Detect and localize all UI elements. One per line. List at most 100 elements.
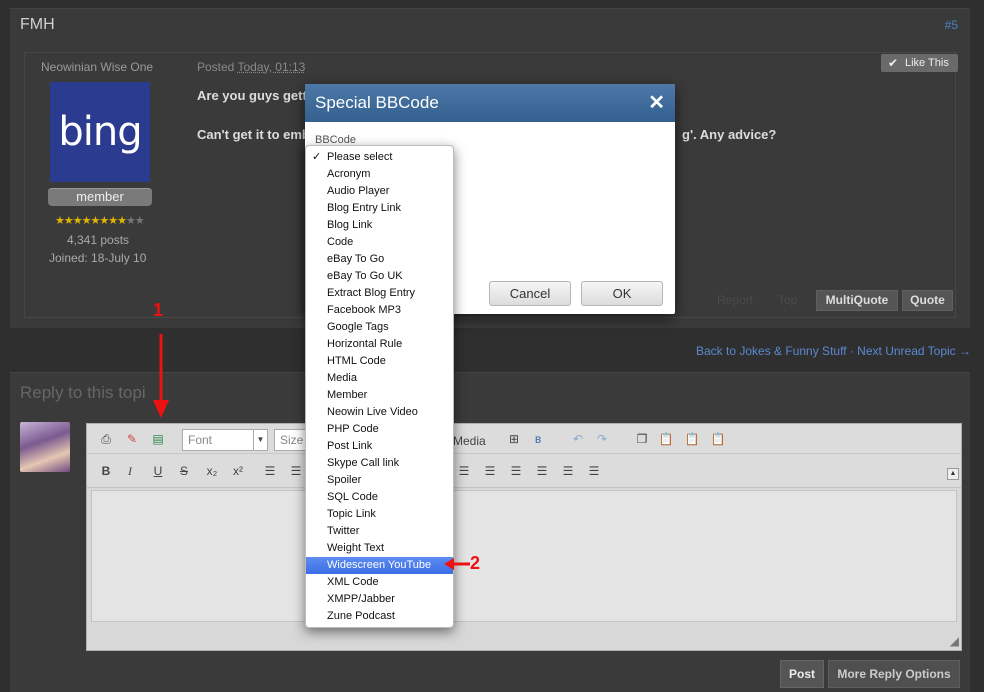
dropdown-option[interactable]: Code [306, 234, 453, 251]
dropdown-option-label: Zune Podcast [327, 610, 395, 622]
dropdown-option-label: Please select [327, 151, 393, 163]
dropdown-option[interactable]: HTML Code [306, 353, 453, 370]
dropdown-option[interactable]: Horizontal Rule [306, 336, 453, 353]
editor-toolbar-top: ⎙ ✎ ▤ Font ▼ Size Media ⊞ ʙ ↶ ↷ ❐ 📋 📋 📋 [87, 424, 961, 454]
strikethrough-icon[interactable]: S [175, 462, 193, 480]
dropdown-option-label: Code [327, 236, 354, 248]
dropdown-option[interactable]: XML Code [306, 574, 453, 591]
user-title: Neowinian Wise One [41, 60, 154, 74]
superscript-icon[interactable]: x² [229, 462, 247, 480]
dropdown-option[interactable]: Google Tags [306, 319, 453, 336]
table-icon[interactable]: ⊞ [505, 430, 523, 448]
chevron-down-icon: ▼ [253, 430, 267, 450]
dropdown-option[interactable]: Blog Link [306, 217, 453, 234]
dropdown-option[interactable]: SQL Code [306, 489, 453, 506]
topic-navigation-links[interactable]: Back to Jokes & Funny Stuff · Next Unrea… [696, 344, 971, 358]
bold-icon[interactable]: B [97, 462, 115, 480]
resize-grip-icon[interactable]: ◢ [950, 634, 959, 648]
bbcode-select-dropdown[interactable]: ✓ Please select Acronym Audio Player Blog En… [305, 145, 454, 628]
paste-icon[interactable]: 📋 [657, 430, 675, 448]
numbered-list-icon[interactable]: ☰ [287, 462, 305, 480]
paste-word-icon[interactable]: 📋 [709, 430, 727, 448]
redo-icon[interactable]: ↷ [593, 430, 611, 448]
dropdown-option[interactable]: Twitter [306, 523, 453, 540]
undo-icon[interactable]: ↶ [569, 430, 587, 448]
avatar[interactable]: bing [50, 82, 150, 182]
dropdown-option[interactable]: Post Link [306, 438, 453, 455]
underline-icon[interactable]: U [149, 462, 167, 480]
dropdown-option[interactable]: Skype Call link [306, 455, 453, 472]
star-icon: ★ [108, 215, 118, 227]
align-center-icon[interactable]: ☰ [533, 462, 551, 480]
dropdown-option[interactable]: Zune Podcast [306, 608, 453, 625]
rating-stars: ★★★★★★★★★★ [55, 214, 145, 227]
source-mode-icon[interactable]: ⎙ [97, 430, 115, 448]
post-button[interactable]: Post [780, 660, 824, 688]
dropdown-option[interactable]: Widescreen YouTube [306, 557, 453, 574]
special-bbcode-icon[interactable]: ▤ [149, 430, 167, 448]
annotation-arrow-down-icon [153, 334, 169, 418]
dialog-header: Special BBCode ✕ [305, 84, 675, 122]
dropdown-option[interactable]: PHP Code [306, 421, 453, 438]
dropdown-option[interactable]: Acronym [306, 166, 453, 183]
subscript-icon[interactable]: x₂ [203, 462, 221, 480]
outdent-icon[interactable]: ☰ [455, 462, 473, 480]
quote-button[interactable]: Quote [902, 290, 953, 311]
bbcode-icon[interactable]: ʙ [529, 430, 547, 448]
dropdown-option-label: Weight Text [327, 542, 385, 554]
reply-user-avatar [20, 422, 70, 472]
thread-header: FMH #5 [10, 8, 970, 40]
multiquote-button[interactable]: MultiQuote [816, 290, 898, 311]
star-icon: ★ [72, 215, 83, 227]
dropdown-option[interactable]: Weight Text [306, 540, 453, 557]
media-button[interactable]: Media [453, 434, 486, 448]
dropdown-option[interactable]: Neowin Live Video [306, 404, 453, 421]
reply-text-area[interactable] [91, 490, 957, 622]
more-reply-options-button[interactable]: More Reply Options [828, 660, 960, 688]
dropdown-option[interactable]: ✓ Please select [306, 149, 453, 166]
top-link[interactable]: Top [778, 293, 797, 307]
posts-count: 4,341 posts [67, 233, 130, 247]
dropdown-option[interactable]: Extract Blog Entry [306, 285, 453, 302]
dropdown-option[interactable]: Blog Entry Link [306, 200, 453, 217]
dropdown-option[interactable]: Member [306, 387, 453, 404]
paste-text-icon[interactable]: 📋 [683, 430, 701, 448]
dropdown-option[interactable]: Facebook MP3 [306, 302, 453, 319]
dropdown-option-label: Google Tags [327, 321, 389, 333]
align-right-icon[interactable]: ☰ [559, 462, 577, 480]
dropdown-option-label: Topic Link [327, 508, 376, 520]
align-left-icon[interactable]: ☰ [507, 462, 525, 480]
post-body-line-2: Can't get it to emb [197, 127, 310, 142]
star-icon: ★ [99, 215, 109, 227]
collapse-toolbar-icon[interactable]: ▲ [947, 468, 959, 480]
dropdown-option-label: Skype Call link [327, 457, 400, 469]
editor-toolbar-format: B I U S x₂ x² ☰ ☰ ☰ ☰ ☰ ☰ ☰ ☰ [87, 454, 961, 488]
post-number-link[interactable]: #5 [945, 18, 958, 32]
dropdown-option[interactable]: Spoiler [306, 472, 453, 489]
dropdown-option-label: XML Code [327, 576, 379, 588]
dropdown-option-label: Extract Blog Entry [327, 287, 416, 299]
dropdown-option[interactable]: eBay To Go UK [306, 268, 453, 285]
posted-timestamp: Posted Today, 01:13 [197, 60, 305, 74]
annotation-step-2: 2 [470, 553, 481, 573]
report-link[interactable]: Report [717, 293, 753, 307]
copy-icon[interactable]: ❐ [633, 430, 651, 448]
ok-button[interactable]: OK [581, 281, 663, 306]
font-select[interactable]: Font ▼ [182, 429, 268, 451]
dialog-title: Special BBCode [315, 93, 439, 112]
dropdown-option[interactable]: Audio Player [306, 183, 453, 200]
dropdown-option[interactable]: Topic Link [306, 506, 453, 523]
avatar-logo-text: bing [58, 109, 142, 155]
checkmark-icon: ✔ [888, 56, 899, 70]
close-icon[interactable]: ✕ [648, 90, 665, 115]
dropdown-option[interactable]: Media [306, 370, 453, 387]
like-button[interactable]: ✔ Like This [881, 54, 958, 72]
indent-icon[interactable]: ☰ [481, 462, 499, 480]
eraser-icon[interactable]: ✎ [123, 430, 141, 448]
italic-icon[interactable]: I [121, 462, 139, 480]
dropdown-option[interactable]: eBay To Go [306, 251, 453, 268]
justify-icon[interactable]: ☰ [585, 462, 603, 480]
dropdown-option[interactable]: XMPP/Jabber [306, 591, 453, 608]
bullet-list-icon[interactable]: ☰ [261, 462, 279, 480]
cancel-button[interactable]: Cancel [489, 281, 571, 306]
